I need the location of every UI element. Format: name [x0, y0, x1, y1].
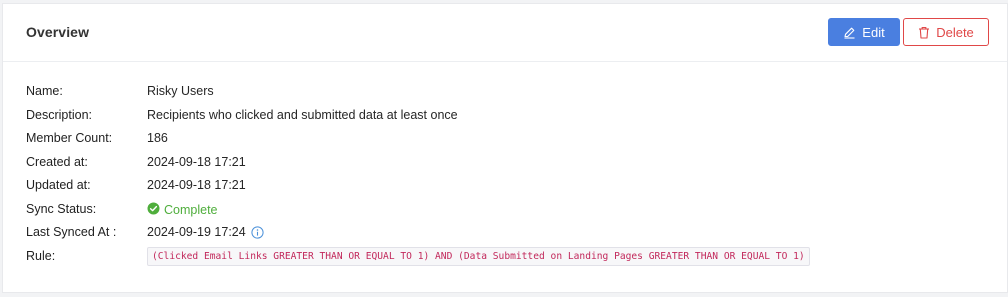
delete-button-label: Delete	[936, 24, 974, 40]
info-circle-icon[interactable]	[251, 225, 264, 239]
description-label: Description:	[26, 107, 92, 122]
overview-card: Overview Edit Delete Name: Risky Users D…	[2, 3, 1008, 293]
rule-label: Rule:	[26, 249, 56, 263]
member-count-value: 186	[147, 131, 168, 145]
description-value: Recipients who clicked and submitted dat…	[147, 107, 458, 122]
last-synced-at-value: 2024-09-19 17:24	[147, 225, 246, 239]
created-at-label: Created at:	[26, 154, 88, 169]
sync-status-label: Sync Status:	[26, 201, 97, 216]
card-header: Overview Edit Delete	[3, 4, 1007, 62]
detail-row-created-at: Created at: 2024-09-18 17:21	[26, 153, 986, 173]
name-label: Name:	[26, 84, 63, 98]
trash-icon	[918, 26, 930, 39]
last-synced-at-wrapper: 2024-09-19 17:24	[147, 225, 264, 239]
name-value: Risky Users	[147, 84, 214, 98]
pencil-icon	[843, 26, 856, 39]
detail-row-rule: Rule: (Clicked Email Links GREATER THAN …	[26, 247, 986, 267]
edit-button-label: Edit	[862, 24, 885, 40]
edit-button[interactable]: Edit	[828, 18, 900, 46]
detail-row-name: Name: Risky Users	[26, 82, 986, 102]
created-at-value: 2024-09-18 17:21	[147, 154, 246, 169]
detail-row-member-count: Member Count: 186	[26, 129, 986, 149]
member-count-label: Member Count:	[26, 131, 113, 145]
detail-row-sync-status: Sync Status: Complete	[26, 200, 986, 220]
delete-button[interactable]: Delete	[903, 18, 989, 46]
rule-code: (Clicked Email Links GREATER THAN OR EQU…	[147, 247, 810, 266]
updated-at-value: 2024-09-18 17:21	[147, 178, 246, 192]
detail-row-description: Description: Recipients who clicked and …	[26, 106, 986, 126]
detail-row-updated-at: Updated at: 2024-09-18 17:21	[26, 176, 986, 196]
page-title: Overview	[26, 24, 90, 40]
detail-row-last-synced-at: Last Synced At : 2024-09-19 17:24	[26, 223, 986, 243]
sync-status-badge: Complete	[147, 202, 218, 218]
check-circle-icon	[147, 202, 160, 218]
updated-at-label: Updated at:	[26, 178, 91, 192]
last-synced-at-label: Last Synced At :	[26, 225, 117, 239]
sync-status-value: Complete	[164, 202, 218, 217]
